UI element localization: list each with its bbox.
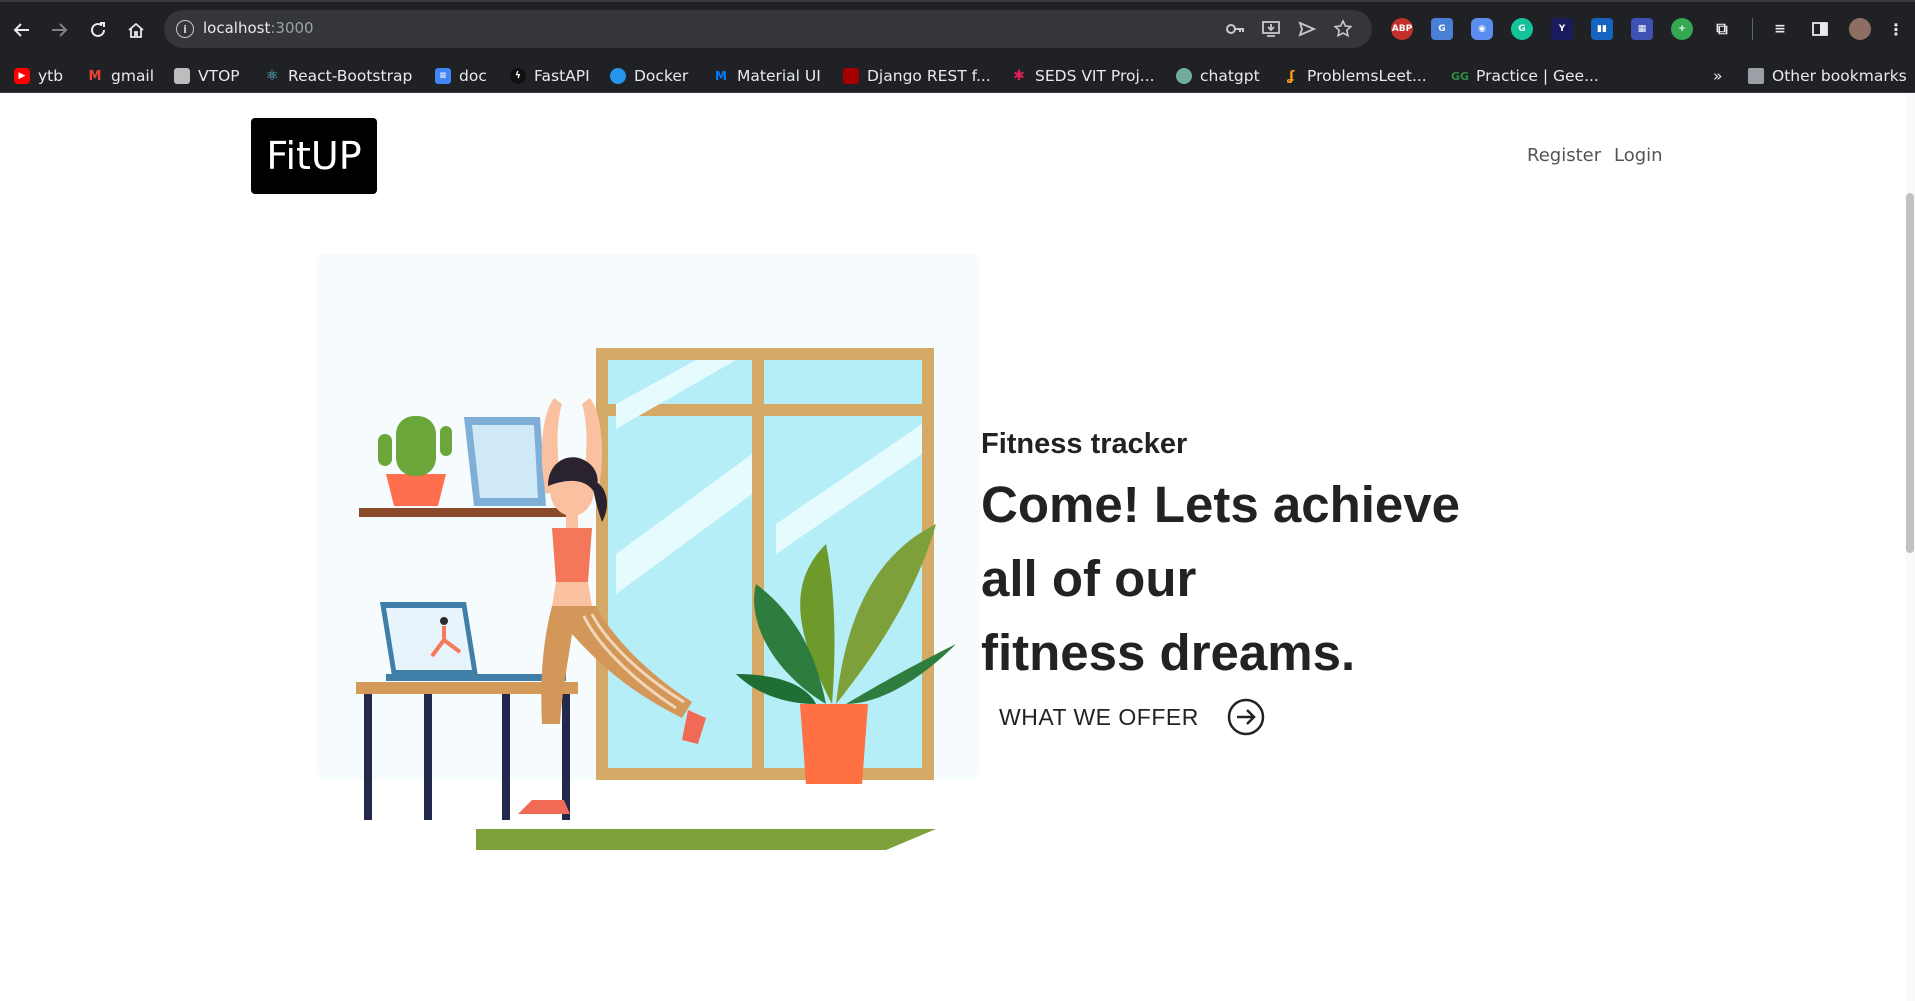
calendar-icon[interactable]: ▦: [1631, 18, 1653, 40]
bookmark-django[interactable]: Django REST f...: [843, 67, 991, 85]
bookmark-react-bootstrap[interactable]: ⚛ React-Bootstrap: [264, 67, 413, 85]
hero-headline-line-2: all of our: [981, 550, 1197, 607]
mui-icon: M: [715, 69, 727, 83]
woman-shoe-left: [518, 800, 570, 814]
reload-icon[interactable]: [84, 16, 112, 44]
yoga-mat: [476, 829, 936, 850]
bookmark-seds[interactable]: ✱ SEDS VIT Proj...: [1011, 67, 1154, 85]
bookmark-material-ui[interactable]: M Material UI: [713, 67, 821, 85]
other-bookmarks[interactable]: Other bookmarks: [1748, 67, 1907, 85]
hero-headline-line-3: fitness dreams.: [981, 624, 1356, 681]
gfg-icon: GG: [1450, 69, 1470, 83]
bookmark-vtop[interactable]: VTOP: [174, 67, 240, 85]
gmail-icon: M: [88, 68, 102, 84]
youtube-icon: ▶: [14, 68, 30, 84]
chatgpt-icon: [1176, 68, 1192, 84]
address-bar[interactable]: i localhost:3000: [164, 10, 1372, 48]
cactus-pot: [386, 474, 446, 506]
site-info-icon[interactable]: i: [176, 20, 194, 38]
react-icon: ⚛: [265, 68, 279, 84]
cta-label: WHAT WE OFFER: [999, 703, 1199, 730]
bookmark-gmail[interactable]: Mgmail: [87, 67, 155, 85]
site-logo[interactable]: FitUP: [251, 118, 377, 194]
grammarly-icon[interactable]: G: [1511, 18, 1533, 40]
folder-icon: [1748, 68, 1764, 84]
bookmarks-bar: ▶ ytb Mgmail VTOP ⚛ React-Bootstrap ≡ doc ϟ…: [0, 58, 1915, 93]
docs-icon: ≡: [435, 68, 451, 84]
adblock-icon[interactable]: ABP: [1391, 18, 1413, 40]
bookmark-leetcode[interactable]: ʆ ProblemsLeet...: [1283, 67, 1426, 85]
bookmark-doc[interactable]: ≡ doc: [435, 67, 487, 85]
vtop-icon: [174, 68, 190, 84]
url-text[interactable]: localhost:3000: [203, 19, 314, 37]
hero-subtitle: Fitness tracker: [981, 428, 1188, 460]
password-key-icon[interactable]: [1225, 19, 1245, 39]
reading-list-icon[interactable]: ≡: [1769, 18, 1791, 40]
cactus: [396, 416, 436, 476]
home-icon[interactable]: [122, 16, 150, 44]
login-link[interactable]: Login: [1614, 145, 1663, 166]
browser-toolbar: i localhost:3000 ABP G ◉ G Y ▮▮ ▦ + ⧉ ≡ …: [0, 0, 1915, 58]
bookmark-fastapi[interactable]: ϟ FastAPI: [510, 67, 590, 85]
profile-avatar-icon[interactable]: [1849, 18, 1871, 40]
plant-pot: [800, 704, 868, 784]
bookmarks-overflow[interactable]: »: [1713, 67, 1722, 85]
toolbar-separator: [1752, 18, 1753, 40]
fitness-woman-illustration: [356, 348, 956, 850]
yoroi-icon[interactable]: Y: [1551, 18, 1573, 40]
send-tab-icon[interactable]: [1297, 19, 1317, 39]
bookmark-star-icon[interactable]: [1333, 19, 1353, 39]
register-link[interactable]: Register: [1527, 145, 1601, 166]
menu-kebab-icon[interactable]: ⋮: [1885, 18, 1907, 40]
slack-icon: ✱: [1013, 68, 1025, 84]
woman-top: [552, 528, 592, 582]
wall-shelf: [359, 508, 575, 517]
screencast-icon[interactable]: ◉: [1471, 18, 1493, 40]
extensions-puzzle-icon[interactable]: ⧉: [1711, 18, 1733, 40]
trello-icon[interactable]: ▮▮: [1591, 18, 1613, 40]
arrow-right-circle-icon[interactable]: [1227, 698, 1265, 736]
bookmark-ytb[interactable]: ▶ ytb: [14, 67, 63, 85]
leetcode-icon: ʆ: [1287, 68, 1295, 84]
hero-headline-line-1: Come! Lets achieve: [981, 476, 1461, 533]
bookmark-gfg[interactable]: GG Practice | Gee...: [1450, 67, 1599, 85]
page-scrollbar[interactable]: [1905, 93, 1915, 1001]
translate-icon[interactable]: G: [1431, 18, 1453, 40]
side-panel-icon[interactable]: [1809, 18, 1831, 40]
fastapi-icon: ϟ: [510, 68, 526, 84]
tab-strip-edge: [0, 0, 1915, 2]
docker-icon: [610, 68, 626, 84]
back-icon[interactable]: [8, 16, 36, 44]
bookmark-docker[interactable]: Docker: [610, 67, 688, 85]
django-icon: [843, 68, 859, 84]
forward-icon[interactable]: [45, 16, 73, 44]
install-app-icon[interactable]: [1261, 19, 1281, 39]
what-we-offer-button[interactable]: WHAT WE OFFER: [999, 698, 1265, 736]
hero-headline: Come! Lets achieve all of our fitness dr…: [981, 468, 1461, 690]
scrollbar-thumb[interactable]: [1906, 193, 1914, 553]
plus-extension-icon[interactable]: +: [1671, 18, 1693, 40]
bookmark-chatgpt[interactable]: chatgpt: [1176, 67, 1260, 85]
